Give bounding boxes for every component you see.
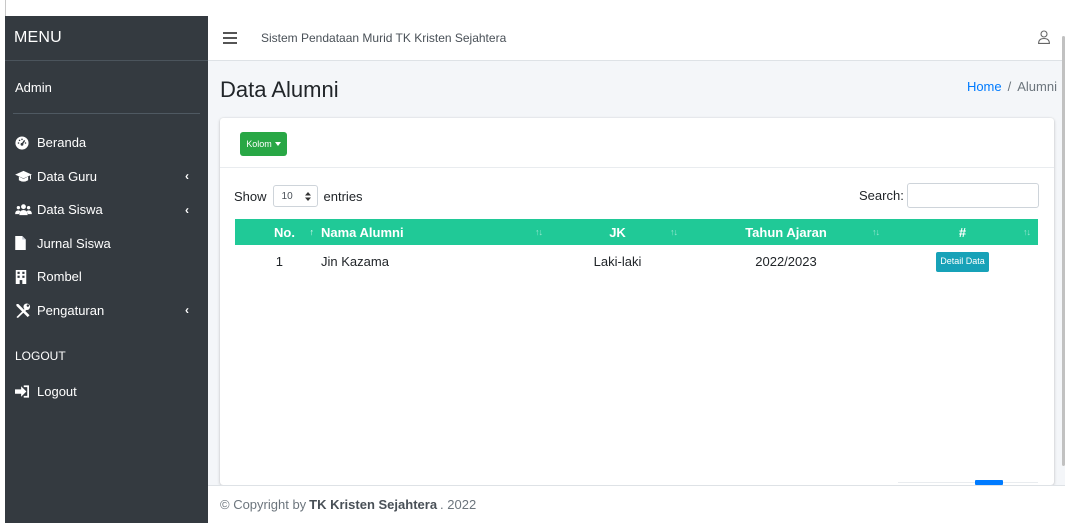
column-header-tahun-ajaran[interactable]: Tahun Ajaran ↑↓ bbox=[685, 219, 887, 245]
chevron-left-icon: ‹ bbox=[185, 202, 189, 217]
sidebar-item-label: Beranda bbox=[37, 135, 87, 151]
column-header-label: No. bbox=[274, 224, 295, 240]
column-header-nama-alumni[interactable]: Nama Alumni ↑↓ bbox=[317, 219, 550, 245]
sort-icon: ↑↓ bbox=[670, 227, 678, 237]
content-wrapper: Data Alumni Home / Alumni Kolom Show 10 en… bbox=[208, 61, 1065, 485]
alumni-card: Kolom Show 10 entries Search: No. ↑ Nama … bbox=[220, 118, 1054, 485]
column-header-label: JK bbox=[609, 224, 626, 240]
alumni-table: No. ↑ Nama Alumni ↑↓ JK ↑↓ Tahun Ajaran ↑↓ #… bbox=[235, 219, 1038, 279]
footer: © Copyright by TK Kristen Sejahtera . 20… bbox=[208, 485, 1065, 523]
file-icon bbox=[15, 236, 37, 251]
entries-label: entries bbox=[323, 188, 363, 204]
cell-jk: Laki-laki bbox=[593, 254, 642, 269]
caret-down-icon bbox=[274, 142, 281, 146]
sidebar-section-header: LOGOUT bbox=[15, 349, 66, 363]
sidebar-item-logout[interactable]: Logout bbox=[5, 375, 208, 409]
sidebar-item-label: Data Guru bbox=[37, 168, 97, 184]
building-icon bbox=[15, 269, 37, 284]
sort-icon: ↑↓ bbox=[535, 227, 543, 237]
column-header-action[interactable]: # ↑↓ bbox=[887, 219, 1038, 245]
chevron-left-icon: ‹ bbox=[185, 303, 189, 318]
cell-no: 1 bbox=[275, 254, 283, 269]
dashboard-icon bbox=[15, 136, 37, 150]
sidebar-item-label: Jurnal Siswa bbox=[37, 235, 111, 251]
breadcrumb-separator: / bbox=[1007, 79, 1012, 94]
card-header: Kolom bbox=[220, 118, 1054, 168]
app-title[interactable]: Sistem Pendataan Murid TK Kristen Sejaht… bbox=[261, 31, 506, 45]
entries-select-value: 10 bbox=[281, 190, 293, 202]
entries-select[interactable]: 10 bbox=[272, 185, 318, 207]
footer-copyright-prefix: © Copyright by bbox=[220, 497, 307, 512]
sidebar-item-beranda[interactable]: Beranda bbox=[5, 126, 208, 160]
footer-copyright-suffix: . 2022 bbox=[440, 497, 477, 512]
sort-asc-icon: ↑ bbox=[309, 227, 314, 237]
column-header-label: Tahun Ajaran bbox=[745, 224, 827, 240]
sidebar-item-jurnal-siswa[interactable]: Jurnal Siswa bbox=[5, 227, 208, 261]
column-header-jk[interactable]: JK ↑↓ bbox=[550, 219, 685, 245]
breadcrumb-home-link[interactable]: Home bbox=[967, 79, 1002, 94]
detail-data-button[interactable]: Detail Data bbox=[936, 252, 989, 272]
sidebar-brand[interactable]: MENU bbox=[5, 16, 208, 61]
sidebar-item-label: Data Siswa bbox=[37, 202, 103, 218]
breadcrumb-current: Alumni bbox=[1017, 79, 1057, 94]
footer-brand: TK Kristen Sejahtera bbox=[309, 497, 438, 512]
top-navbar: Sistem Pendataan Murid TK Kristen Sejaht… bbox=[208, 16, 1065, 61]
search-input[interactable] bbox=[907, 183, 1039, 208]
search-label: Search: bbox=[859, 188, 904, 203]
show-label: Show bbox=[234, 188, 267, 204]
page-title: Data Alumni bbox=[220, 77, 339, 102]
sidebar-item-label: Rombel bbox=[37, 269, 82, 285]
cell-action: Detail Data bbox=[887, 245, 1038, 279]
select-arrows-icon bbox=[304, 191, 311, 201]
entries-length-control: Show 10 entries bbox=[234, 185, 363, 207]
breadcrumb: Home / Alumni bbox=[967, 79, 1057, 94]
cell-nama-alumni: Jin Kazama bbox=[321, 254, 389, 269]
user-icon[interactable] bbox=[1038, 30, 1052, 46]
column-header-label: Nama Alumni bbox=[321, 224, 404, 240]
sort-icon: ↑↓ bbox=[1023, 227, 1031, 237]
sidebar-item-label: Logout bbox=[37, 384, 77, 400]
kolom-dropdown-button[interactable]: Kolom bbox=[240, 132, 287, 156]
chevron-left-icon: ‹ bbox=[185, 169, 189, 184]
cell-tahun-ajaran: 2022/2023 bbox=[755, 254, 817, 269]
sidebar-item-pengaturan[interactable]: Pengaturan ‹ bbox=[5, 294, 208, 328]
graduation-cap-icon bbox=[15, 170, 37, 183]
sidebar-item-label: Pengaturan bbox=[37, 302, 105, 318]
tools-icon bbox=[15, 303, 37, 318]
scrollbar-thumb[interactable] bbox=[1062, 36, 1065, 466]
users-icon bbox=[15, 203, 37, 216]
sort-icon: ↑↓ bbox=[872, 227, 880, 237]
kolom-button-label: Kolom bbox=[246, 139, 272, 149]
sidebar-item-data-guru[interactable]: Data Guru ‹ bbox=[5, 160, 208, 194]
table-header-row: No. ↑ Nama Alumni ↑↓ JK ↑↓ Tahun Ajaran ↑↓ #… bbox=[235, 219, 1038, 245]
sidebar-user-name[interactable]: Admin bbox=[5, 61, 208, 113]
sidebar-nav: Beranda Data Guru ‹ Data Siswa ‹ Jurnal … bbox=[5, 114, 208, 409]
sidebar: MENU Admin Beranda Data Guru ‹ Data Sisw… bbox=[5, 16, 208, 523]
column-header-no[interactable]: No. ↑ bbox=[235, 219, 317, 245]
page-scrollbar[interactable] bbox=[1062, 16, 1065, 466]
table-row: 1 Jin Kazama Laki-laki 2022/2023 Detail … bbox=[235, 245, 1038, 279]
sidebar-item-data-siswa[interactable]: Data Siswa ‹ bbox=[5, 193, 208, 227]
hamburger-menu-icon[interactable] bbox=[223, 32, 237, 44]
column-header-label: # bbox=[958, 224, 967, 240]
sidebar-item-rombel[interactable]: Rombel bbox=[5, 260, 208, 294]
sign-out-icon bbox=[15, 385, 37, 398]
